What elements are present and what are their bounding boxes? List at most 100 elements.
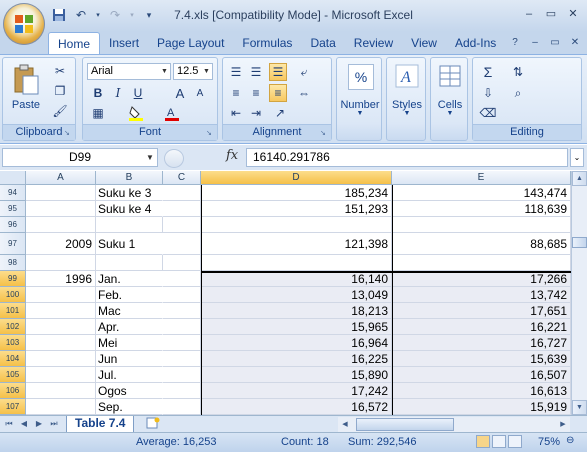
zoom-level[interactable]: 75% xyxy=(538,436,560,448)
cell-d[interactable] xyxy=(201,255,392,271)
styles-icon[interactable]: A xyxy=(395,64,419,88)
cell-c[interactable] xyxy=(163,185,201,201)
formula-bar-grip-icon[interactable] xyxy=(164,149,184,168)
cell-e[interactable]: 15,919 xyxy=(392,399,571,415)
borders-icon[interactable]: ▦ xyxy=(89,104,107,122)
row-header[interactable]: 94 xyxy=(0,185,26,201)
cell-a[interactable] xyxy=(26,399,96,415)
cell-a[interactable] xyxy=(26,201,96,217)
tab-review[interactable]: Review xyxy=(345,32,402,54)
page-break-view-icon[interactable] xyxy=(508,435,522,448)
cell-e[interactable] xyxy=(392,217,571,233)
cell-c[interactable] xyxy=(163,399,201,415)
cell-c[interactable] xyxy=(163,255,201,271)
row-header[interactable]: 97 xyxy=(0,233,26,255)
cell-b[interactable]: Suku ke 4 xyxy=(96,201,163,217)
scroll-right-icon[interactable]: ▶ xyxy=(556,417,570,432)
format-painter-icon[interactable]: 🖌 xyxy=(51,102,69,120)
name-box[interactable]: D99 xyxy=(2,148,158,167)
cell-c[interactable] xyxy=(163,233,201,255)
cell-b[interactable]: Ogos xyxy=(96,383,163,399)
cell-c[interactable] xyxy=(163,303,201,319)
cell-d[interactable]: 151,293 xyxy=(201,201,392,217)
tab-data[interactable]: Data xyxy=(301,32,344,54)
cell-a[interactable] xyxy=(26,287,96,303)
cell-c[interactable] xyxy=(163,383,201,399)
cell-b[interactable]: Feb. xyxy=(96,287,163,303)
scroll-down-icon[interactable]: ▼ xyxy=(572,400,587,415)
cell-c[interactable] xyxy=(163,367,201,383)
cell-c[interactable] xyxy=(163,319,201,335)
orientation-icon[interactable]: ↗ xyxy=(271,104,289,122)
column-header-d[interactable]: D xyxy=(201,171,392,185)
font-color-icon[interactable]: A xyxy=(163,104,181,122)
cut-icon[interactable]: ✂ xyxy=(51,62,69,80)
cell-c[interactable] xyxy=(163,271,201,287)
cell-d[interactable]: 15,965 xyxy=(201,319,392,335)
paste-button[interactable]: Paste xyxy=(7,99,45,111)
grow-font-icon[interactable]: A xyxy=(171,84,189,102)
cell-a[interactable] xyxy=(26,335,96,351)
row-header[interactable]: 103 xyxy=(0,335,26,351)
increase-indent-icon[interactable]: ⇥ xyxy=(247,104,265,122)
align-top-icon[interactable]: ☰ xyxy=(227,63,245,81)
tab-view[interactable]: View xyxy=(402,32,446,54)
cell-e[interactable] xyxy=(392,255,571,271)
scroll-up-icon[interactable]: ▲ xyxy=(572,171,587,186)
cell-d[interactable]: 17,242 xyxy=(201,383,392,399)
cell-a[interactable] xyxy=(26,217,96,233)
cell-d[interactable]: 16,964 xyxy=(201,335,392,351)
cell-d[interactable]: 18,213 xyxy=(201,303,392,319)
cell-e[interactable]: 118,639 xyxy=(392,201,571,217)
ribbon-close-icon[interactable]: ✕ xyxy=(567,35,583,51)
cell-c[interactable] xyxy=(163,335,201,351)
row-header[interactable]: 102 xyxy=(0,319,26,335)
cell-b[interactable] xyxy=(96,217,163,233)
cell-d[interactable] xyxy=(201,217,392,233)
cell-b[interactable]: Mei xyxy=(96,335,163,351)
cell-e[interactable]: 16,221 xyxy=(392,319,571,335)
row-header[interactable]: 101 xyxy=(0,303,26,319)
cell-a[interactable]: 1996 xyxy=(26,271,96,287)
fill-icon[interactable]: ⇩ xyxy=(479,84,497,102)
cell-a[interactable] xyxy=(26,319,96,335)
cell-b[interactable]: Suku 1 xyxy=(96,233,163,255)
row-header[interactable]: 96 xyxy=(0,217,26,233)
vertical-scroll-thumb[interactable] xyxy=(572,237,587,248)
font-name-combo[interactable]: Arial ▼ xyxy=(87,63,171,80)
alignment-launcher-icon[interactable]: ↘ xyxy=(320,129,329,138)
row-header[interactable]: 105 xyxy=(0,367,26,383)
align-center-icon[interactable]: ≡ xyxy=(247,84,265,102)
cell-c[interactable] xyxy=(163,287,201,303)
cell-b[interactable]: Jun xyxy=(96,351,163,367)
percent-icon[interactable]: % xyxy=(348,64,374,90)
cell-e[interactable]: 16,727 xyxy=(392,335,571,351)
row-header[interactable]: 100 xyxy=(0,287,26,303)
wrap-text-icon[interactable]: ⤶ xyxy=(295,63,313,81)
help-icon[interactable]: ? xyxy=(507,35,523,51)
column-header-a[interactable]: A xyxy=(26,171,96,185)
cell-a[interactable] xyxy=(26,255,96,271)
cell-d[interactable]: 15,890 xyxy=(201,367,392,383)
ribbon-restore-icon[interactable]: ▭ xyxy=(547,35,563,51)
tab-page-layout[interactable]: Page Layout xyxy=(148,32,233,54)
decrease-indent-icon[interactable]: ⇤ xyxy=(227,104,245,122)
vertical-scrollbar[interactable]: ▲ ▼ xyxy=(571,171,587,415)
sheet-tab-table-7-4[interactable]: Table 7.4 xyxy=(66,416,135,433)
cell-e[interactable]: 16,507 xyxy=(392,367,571,383)
cell-a[interactable] xyxy=(26,383,96,399)
paste-icon[interactable] xyxy=(9,62,43,98)
select-all-corner[interactable] xyxy=(0,171,26,185)
autosum-icon[interactable]: Σ xyxy=(479,63,497,81)
cell-e[interactable]: 88,685 xyxy=(392,233,571,255)
worksheet-grid[interactable]: A B C D E 94 Suku ke 3 185,234 143,474 95 Suk… xyxy=(0,171,571,415)
cell-e[interactable]: 13,742 xyxy=(392,287,571,303)
chevron-down-icon[interactable]: ▼ xyxy=(146,148,158,167)
cell-b[interactable]: Suku ke 3 xyxy=(96,185,163,201)
row-header[interactable]: 95 xyxy=(0,201,26,217)
cell-b[interactable]: Jul. xyxy=(96,367,163,383)
expand-formula-bar-icon[interactable]: ⌄ xyxy=(570,148,584,167)
italic-icon[interactable]: I xyxy=(109,84,127,102)
close-button[interactable]: ✕ xyxy=(563,5,583,23)
cell-b[interactable] xyxy=(96,255,163,271)
